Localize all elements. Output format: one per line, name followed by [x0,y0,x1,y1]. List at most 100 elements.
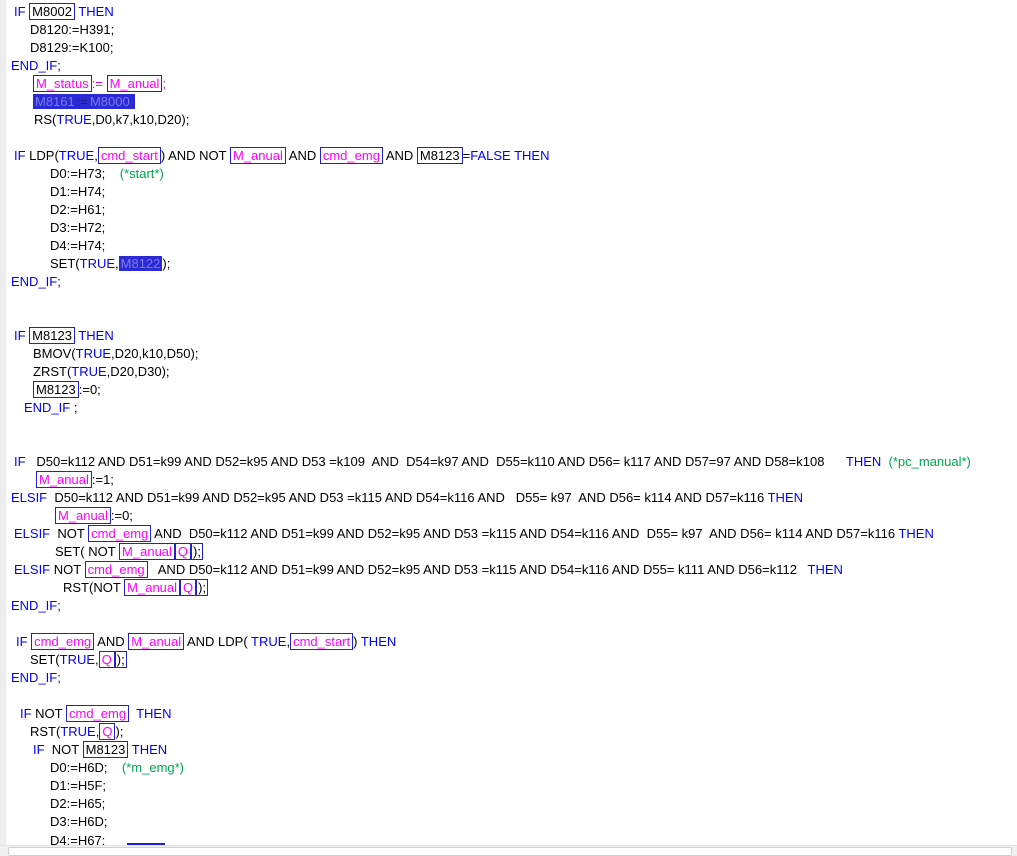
selected-operator: := [77,94,88,109]
scrollbar-thumb[interactable] [8,847,1012,856]
assign-operator: := [92,76,107,91]
variable-box[interactable]: cmd_emg [320,147,383,164]
code-text: D0:=H73; [50,166,120,181]
keyword-token: THEN [132,742,167,757]
code-line: D8120:=H391; [0,21,1017,39]
code-text: ,D20,D30); [107,364,170,379]
code-line: IF D50=k112 AND D51=k99 AND D52=k95 AND … [0,453,1017,471]
code-line: RST(NOT M_anualQ); [0,579,1017,597]
code-line: IF NOT cmd_emg THEN [0,705,1017,723]
code-text: D4:=H74; [50,238,105,253]
variable-box[interactable]: M_anual [128,633,184,650]
code-line: D4:=H67; [0,831,1017,846]
variable-box[interactable]: Q [180,579,196,596]
variable-box[interactable]: M_anual [36,471,92,488]
code-line: D2:=H61; [0,201,1017,219]
variable-box[interactable]: cmd_emg [85,561,148,578]
code-line [0,687,1017,705]
code-line: END_IF; [0,597,1017,615]
code-text: D2:=H65; [50,796,105,811]
comment: (*m_emg*) [122,760,184,775]
code-line: D2:=H65; [0,795,1017,813]
horizontal-scrollbar[interactable] [0,845,1017,856]
keyword-token: TRUE [59,148,94,163]
variable-box[interactable]: M_anual [230,147,286,164]
selected-operator: ; [132,94,136,109]
variable-box[interactable]: Q [99,723,115,740]
keyword-token: THEN [768,490,803,505]
code-line: END_IF; [0,273,1017,291]
variable-box[interactable]: M_anual [55,507,111,524]
code-text: D0:=H6D; [50,760,122,775]
code-text: D50=k112 AND D51=k99 AND D52=k95 AND D53… [47,490,767,505]
keyword-token: END_IF; [11,58,61,73]
code-line: M_anual:=1; [0,471,1017,489]
code-line: D0:=H73; (*start*) [0,165,1017,183]
device-box[interactable]: M8123 [33,381,79,398]
code-line: IF M8002 THEN [0,3,1017,21]
keyword-token: THEN [78,328,113,343]
st-code-editor[interactable]: IF M8002 THEND8120:=H391;D8129:=K100;END… [0,0,1017,846]
keyword-token: END_IF [24,400,70,415]
code-line [0,435,1017,453]
keyword-token: THEN [78,4,113,19]
code-line [0,129,1017,147]
keyword-token: THEN [136,706,171,721]
variable-box[interactable]: cmd_start [98,147,161,164]
keyword-token: IF [14,328,29,343]
code-text: AND D50=k112 AND D51=k99 AND D52=k95 AND… [148,562,808,577]
code-line: RS(TRUE,D0,k7,k10,D20); [0,111,1017,129]
code-text: ); [162,256,170,271]
selected-token[interactable]: M8122 [119,256,163,271]
device-box[interactable]: M8123 [417,147,463,164]
code-line: SET(TRUE,Q); [0,651,1017,669]
variable-box[interactable]: M_anual [119,543,175,560]
keyword-token: IF [16,634,31,649]
code-line: IF M8123 THEN [0,327,1017,345]
code-text [881,454,888,469]
code-line [0,417,1017,435]
code-text: SET( [50,256,80,271]
variable-box[interactable]: M_status [33,75,92,92]
code-text: ; [70,400,77,415]
code-text: SET( NOT [55,544,119,559]
variable-box[interactable]: Q [175,543,191,560]
device-box[interactable]: M8002 [29,3,75,20]
code-line: ELSIF NOT cmd_emg AND D50=k112 AND D51=k… [0,525,1017,543]
code-text: ,D0,k7,k10,D20); [92,112,190,127]
variable-box[interactable]: M_anual [124,579,180,596]
variable-box[interactable]: cmd_emg [66,705,129,722]
boxed-text[interactable]: ); [115,651,127,668]
variable-box[interactable]: Q [99,651,115,668]
code-line: ZRST(TRUE,D20,D30); [0,363,1017,381]
code-text: NOT [35,706,66,721]
code-text: ,D20,k10,D50); [111,346,198,361]
code-line: D3:=H6D; [0,813,1017,831]
code-line: M8123:=0; [0,381,1017,399]
device-box[interactable]: M8123 [29,327,75,344]
code-text: SET( [30,652,60,667]
code-text: ); [115,724,123,739]
device-box[interactable]: M8123 [83,741,129,758]
boxed-text[interactable]: ); [196,579,208,596]
variable-box[interactable]: cmd_emg [31,633,94,650]
keyword-token: THEN [361,634,396,649]
comment: (*start*) [120,166,164,181]
code-text: AND LDP( [184,634,251,649]
selected-token[interactable]: M8161 [33,94,77,109]
code-text: :=1; [92,472,114,487]
variable-box[interactable]: M_anual [107,75,163,92]
code-line [0,291,1017,309]
code-line: RST(TRUE,Q); [0,723,1017,741]
keyword-token: IF [14,148,29,163]
selected-token[interactable]: M8000 [88,94,132,109]
keyword-token: THEN [846,454,881,469]
code-text: D3:=H72; [50,220,105,235]
variable-box[interactable]: cmd_start [290,633,353,650]
code-line: ELSIF D50=k112 AND D51=k99 AND D52=k95 A… [0,489,1017,507]
boxed-text[interactable]: ); [191,543,203,560]
variable-box[interactable]: cmd_emg [88,525,151,542]
keyword-token: IF [33,742,48,757]
code-text: D1:=H74; [50,184,105,199]
code-line: D0:=H6D; (*m_emg*) [0,759,1017,777]
